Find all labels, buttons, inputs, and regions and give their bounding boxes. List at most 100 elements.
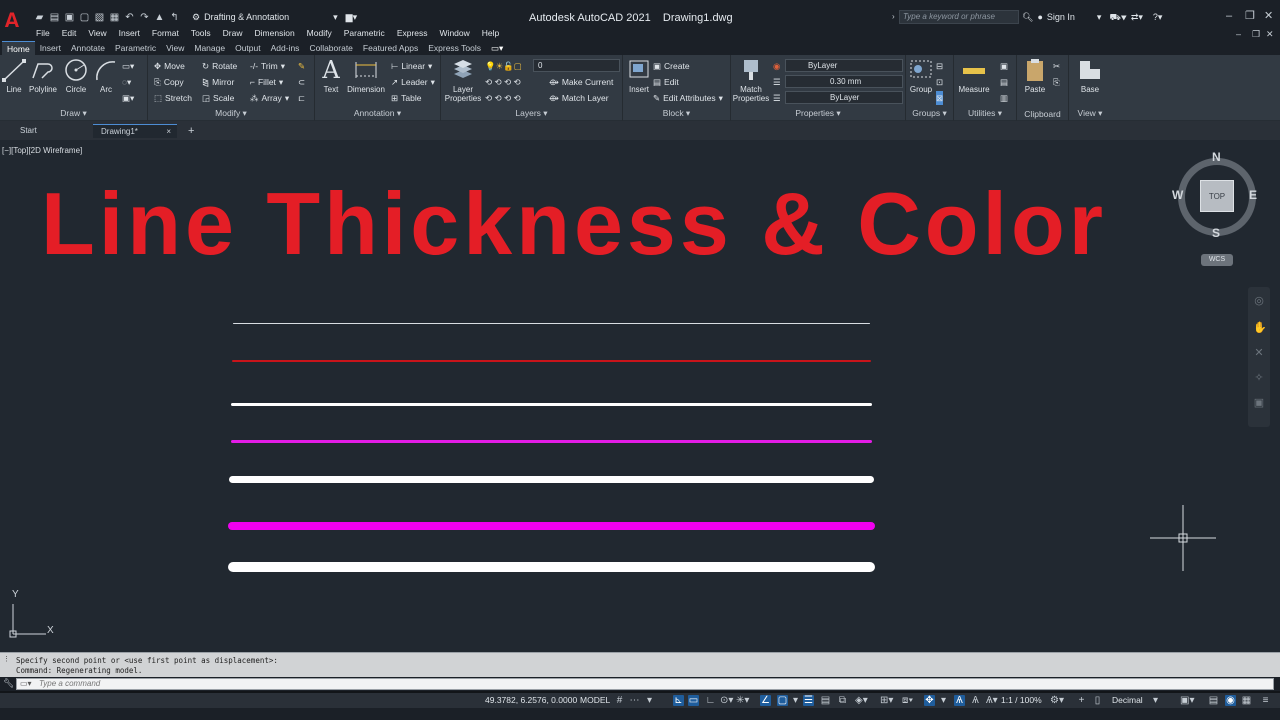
group-edit-icon[interactable]: ⊡ — [936, 75, 943, 89]
tab-insert[interactable]: Insert — [35, 41, 66, 55]
menu-tools[interactable]: Tools — [191, 27, 219, 41]
add-icon[interactable]: + — [1076, 695, 1087, 706]
copy-button[interactable]: ⎘ Copy — [154, 75, 184, 89]
stretch-button[interactable]: ⬚ Stretch — [154, 91, 192, 105]
snap-icon[interactable]: ⋯ — [629, 695, 640, 706]
properties-panel-title[interactable]: Properties ▾ — [731, 108, 905, 119]
compass-north[interactable]: N — [1212, 150, 1221, 164]
open-folder-icon[interactable]: ▰ — [34, 12, 45, 23]
color-dropdown[interactable]: ByLayer — [785, 59, 903, 72]
layer-properties-button[interactable]: Layer Properties — [443, 58, 483, 103]
line-thin-red[interactable] — [232, 360, 871, 362]
object-snap-icon[interactable]: ▢ — [777, 695, 788, 706]
group-select-icon[interactable]: ⊠ — [936, 91, 944, 105]
selection-filter-icon[interactable]: ⧈▾ — [902, 695, 913, 706]
grid-icon[interactable]: # — [614, 695, 625, 706]
tab-add-ins[interactable]: Add-ins — [266, 41, 305, 55]
erase-icon[interactable]: ✎ — [298, 59, 305, 73]
transparency-icon[interactable]: ▤ — [820, 695, 831, 706]
create-block-button[interactable]: ▣ Create — [653, 59, 690, 73]
selection-cycling-icon[interactable]: ⧉ — [837, 695, 848, 706]
ribbon-minimize-icon[interactable]: ▭▾ — [486, 41, 508, 55]
calculator-icon[interactable]: ▥ — [1000, 91, 1008, 105]
line-thick-white[interactable] — [229, 476, 874, 483]
print-icon[interactable]: ▦ — [109, 12, 120, 23]
menu-express[interactable]: Express — [397, 27, 436, 41]
tab-express-tools[interactable]: Express Tools — [423, 41, 486, 55]
auto-scale-icon[interactable]: Ѧ — [970, 695, 981, 706]
linetype-dropdown[interactable]: ByLayer — [785, 91, 903, 104]
edit-attributes-button[interactable]: ✎ Edit Attributes ▾ — [653, 91, 723, 105]
insert-button[interactable]: Insert — [621, 58, 657, 94]
quick-select-icon[interactable]: ▤ — [1000, 75, 1008, 89]
id-point-icon[interactable]: ▣ — [1000, 59, 1008, 73]
move-button[interactable]: ✥ Move — [154, 59, 185, 73]
drawing-tab[interactable]: Drawing1* × — [93, 124, 177, 138]
viewport-controls[interactable]: [−][Top][2D Wireframe] — [2, 146, 82, 155]
search-icon[interactable]: 🔍︎ — [1022, 11, 1033, 24]
array-button[interactable]: ⁂ Array ▾ — [250, 91, 289, 105]
workspace-select[interactable]: ⚙ Drafting & Annotation ▾ ▆▾ — [192, 11, 357, 24]
groups-panel-title[interactable]: Groups ▾ — [906, 108, 953, 119]
quick-properties-icon[interactable]: ▣▾ — [1180, 695, 1194, 706]
tab-manage[interactable]: Manage — [189, 41, 230, 55]
menu-window[interactable]: Window — [440, 27, 478, 41]
isolate-objects-icon[interactable]: ◉ — [1225, 695, 1236, 706]
pan-icon[interactable]: ✋ — [1253, 322, 1267, 334]
explode-icon[interactable]: ⊂ — [298, 75, 305, 89]
doc-restore-icon[interactable]: ❐ — [1252, 28, 1260, 41]
menu-draw[interactable]: Draw — [223, 27, 251, 41]
doc-close-icon[interactable]: ✕ — [1266, 28, 1274, 41]
units-icon[interactable]: ▯ — [1092, 695, 1103, 706]
tab-annotate[interactable]: Annotate — [66, 41, 110, 55]
redo-icon[interactable]: ↷ — [139, 12, 150, 23]
linear-button[interactable]: ⊢ Linear ▾ — [391, 59, 432, 73]
cut-icon[interactable]: ✂ — [1053, 59, 1060, 73]
object-snap-tracking-icon[interactable]: ∠ — [760, 695, 771, 706]
help-icon[interactable]: ?▾ — [1153, 11, 1163, 24]
save-as-icon[interactable]: ▢ — [79, 12, 90, 23]
lineweight-toggle-icon[interactable]: ☰ — [803, 695, 814, 706]
orbit-icon[interactable]: ✧ — [1253, 372, 1265, 384]
layers-panel-title[interactable]: Layers ▾ — [441, 108, 622, 119]
base-button[interactable]: Base — [1072, 58, 1108, 94]
group-button[interactable]: Group — [903, 58, 939, 94]
make-current-button[interactable]: ⟴ Make Current — [549, 75, 613, 89]
tab-parametric[interactable]: Parametric — [110, 41, 161, 55]
zoom-extents-icon[interactable]: ✕ — [1253, 347, 1265, 359]
edit-block-button[interactable]: ▤ Edit — [653, 75, 679, 89]
tab-featured-apps[interactable]: Featured Apps — [358, 41, 423, 55]
measure-button[interactable]: Measure — [956, 58, 992, 94]
doc-minimize-icon[interactable]: – — [1236, 28, 1241, 41]
showmotion-icon[interactable]: ▣ — [1253, 397, 1265, 409]
ungroup-icon[interactable]: ⊟ — [936, 59, 943, 73]
fillet-button[interactable]: ⌐ Fillet ▾ — [250, 75, 283, 89]
gizmo-menu-icon[interactable]: ▾ — [938, 695, 949, 706]
menu-edit[interactable]: Edit — [62, 27, 85, 41]
cart-icon[interactable]: ⛟▾ — [1109, 11, 1126, 24]
viewcube[interactable]: TOP N S E W WCS — [1172, 150, 1262, 270]
table-button[interactable]: ⊞ Table — [391, 91, 421, 105]
open-file-icon[interactable]: ▤ — [49, 12, 60, 23]
annotation-scale-value[interactable]: 1:1 / 100% — [1001, 695, 1042, 706]
exchange-icon[interactable]: ⇄▾ — [1131, 11, 1143, 24]
region-icon[interactable]: ▣▾ — [122, 91, 134, 105]
line-thick-magenta[interactable] — [228, 522, 875, 530]
command-prompt-icon[interactable]: ▭▾ — [20, 679, 32, 688]
start-tab[interactable]: Start — [12, 124, 45, 138]
undo-icon[interactable]: ↶ — [124, 12, 135, 23]
save-icon[interactable]: ▣ — [64, 12, 75, 23]
ortho-icon[interactable]: ∟ — [705, 695, 716, 706]
view-panel-title[interactable]: View ▾ — [1069, 108, 1111, 119]
copy-clip-icon[interactable]: ⎘ — [1053, 75, 1060, 89]
tab-home[interactable]: Home — [2, 41, 35, 55]
line-heavy-white[interactable] — [228, 562, 875, 572]
polyline-button[interactable]: Polyline — [25, 58, 61, 94]
search-input[interactable]: Type a keyword or phrase — [899, 10, 1019, 24]
chevron-right-icon[interactable]: › — [892, 10, 895, 23]
dimension-button[interactable]: Dimension — [345, 58, 387, 94]
mirror-button[interactable]: ⧎ Mirror — [202, 75, 234, 89]
close-tab-icon[interactable]: × — [166, 125, 171, 139]
layer-tools-row-2[interactable]: ⟲ ⟲ ⟲ ⟲ — [485, 91, 521, 105]
steering-wheel-icon[interactable]: ◎ — [1253, 295, 1265, 307]
